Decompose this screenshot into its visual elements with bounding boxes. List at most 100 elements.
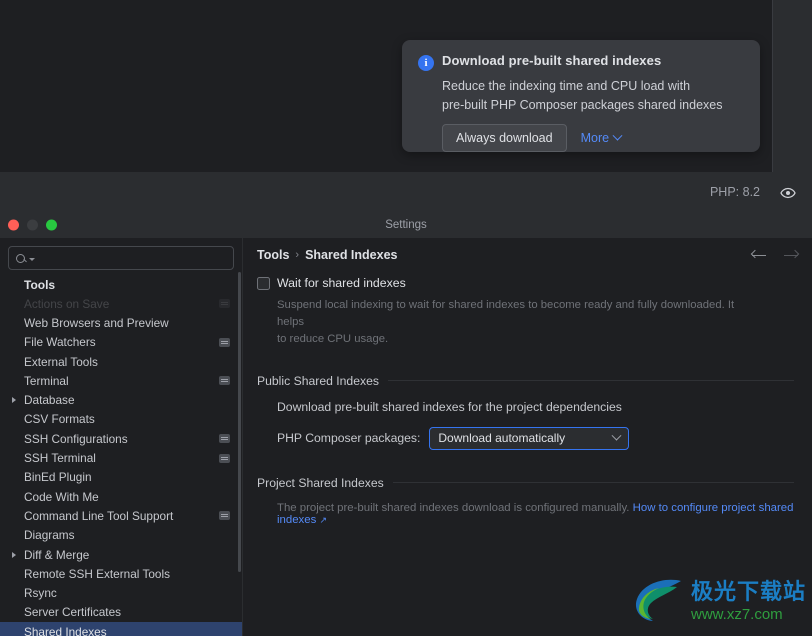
php-version-status[interactable]: PHP: 8.2 (710, 185, 760, 199)
ide-window: i Download pre-built shared indexes Redu… (0, 0, 812, 212)
sidebar-item-rsync[interactable]: Rsync (0, 583, 242, 602)
php-composer-packages-value: Download automatically (438, 431, 566, 446)
sidebar-item-bined-plugin[interactable]: BinEd Plugin (0, 468, 242, 487)
sidebar-item-diagrams[interactable]: Diagrams (0, 526, 242, 545)
sidebar-group-tools: Tools (24, 278, 56, 292)
chevron-down-icon (612, 130, 623, 141)
notification-body-line2: pre-built PHP Composer packages shared i… (442, 97, 723, 112)
sidebar-item-label: Database (24, 393, 75, 408)
settings-badge-icon (219, 453, 230, 463)
sidebar-item-web-browsers-and-preview[interactable]: Web Browsers and Preview (0, 313, 242, 332)
sidebar-item-code-with-me[interactable]: Code With Me (0, 487, 242, 506)
sidebar-item-ssh-configurations[interactable]: SSH Configurations (0, 429, 242, 448)
settings-badge-icon (219, 376, 230, 386)
sidebar-item-label: Web Browsers and Preview (24, 315, 169, 330)
always-download-button[interactable]: Always download (442, 124, 567, 152)
watermark-title: 极光下载站 (690, 579, 806, 605)
sidebar-item-label: BinEd Plugin (24, 470, 92, 485)
wait-for-shared-indexes-hint: Suspend local indexing to wait for share… (277, 297, 737, 348)
sidebar-item-external-tools[interactable]: External Tools (0, 352, 242, 371)
history-navigation (750, 249, 800, 261)
sidebar-item-label: Diff & Merge (24, 547, 90, 562)
public-section-title: Public Shared Indexes (257, 373, 379, 388)
sidebar-item-file-watchers[interactable]: File Watchers (0, 333, 242, 352)
swoosh-logo-icon (631, 575, 687, 628)
settings-badge-icon (219, 434, 230, 444)
breadcrumb-root[interactable]: Tools (257, 248, 289, 262)
sidebar-item-label: Code With Me (24, 489, 99, 504)
php-composer-packages-row: PHP Composer packages: Download automati… (277, 426, 794, 450)
sidebar-item-label: Shared Indexes (24, 624, 107, 636)
sidebar-item-label: SSH Configurations (24, 431, 128, 446)
sidebar-scrollbar[interactable] (238, 272, 241, 572)
sidebar-item-terminal[interactable]: Terminal (0, 371, 242, 390)
search-input[interactable] (39, 252, 226, 264)
chevron-right-icon[interactable] (12, 551, 16, 558)
sidebar-item-ssh-terminal[interactable]: SSH Terminal (0, 448, 242, 467)
notification-body: Reduce the indexing time and CPU load wi… (442, 77, 744, 114)
wait-for-shared-indexes-label: Wait for shared indexes (277, 276, 406, 290)
breadcrumb-current: Shared Indexes (305, 248, 398, 262)
wait-for-shared-indexes-checkbox[interactable] (257, 277, 270, 290)
editor-right-gutter (772, 0, 812, 172)
settings-sidebar: Tools Actions on Save Web Browsers and Pr… (0, 238, 243, 636)
minimize-button[interactable] (27, 219, 38, 231)
search-box[interactable] (8, 246, 234, 270)
sidebar-item-csv-formats[interactable]: CSV Formats (0, 410, 242, 429)
sidebar-item-shared-indexes[interactable]: Shared Indexes (0, 622, 242, 636)
project-section-title: Project Shared Indexes (257, 475, 384, 490)
sidebar-item-actions-on-save[interactable]: Actions on Save (0, 294, 242, 313)
php-composer-packages-dropdown[interactable]: Download automatically (429, 426, 630, 450)
settings-badge-icon (219, 511, 230, 521)
notification-body-line1: Reduce the indexing time and CPU load wi… (442, 79, 691, 93)
sidebar-item-label: Diagrams (24, 528, 75, 543)
arrow-left-icon[interactable] (750, 249, 766, 261)
info-icon: i (418, 55, 434, 71)
sidebar-item-label: Terminal (24, 373, 69, 388)
sidebar-item-label: External Tools (24, 354, 98, 369)
settings-window: Settings Tools Actions on Save Web Browse… (0, 212, 812, 636)
breadcrumb: Tools › Shared Indexes (243, 238, 812, 272)
sidebar-nav-list: Actions on Save Web Browsers and Preview F… (0, 294, 242, 636)
settings-body: Tools Actions on Save Web Browsers and Pr… (0, 238, 812, 636)
more-dropdown[interactable]: More (580, 130, 623, 145)
project-section-description-row: The project pre-built shared indexes dow… (277, 502, 794, 526)
sidebar-item-command-line-tool-support[interactable]: Command Line Tool Support (0, 506, 242, 525)
sidebar-item-label: Remote SSH External Tools (24, 566, 170, 581)
sidebar-item-label: Rsync (24, 586, 57, 601)
sidebar-item-label: SSH Terminal (24, 451, 96, 466)
sidebar-item-label: File Watchers (24, 335, 96, 350)
search-container (0, 238, 242, 270)
project-shared-indexes-section-header: Project Shared Indexes (257, 476, 794, 490)
maximize-button[interactable] (46, 219, 57, 231)
ide-status-bar: PHP: 8.2 (0, 172, 812, 212)
eye-icon[interactable] (780, 186, 796, 199)
chevron-down-icon (611, 430, 622, 441)
arrow-right-icon[interactable] (784, 249, 800, 261)
search-icon (16, 253, 25, 263)
more-label: More (580, 131, 610, 145)
search-options-caret-icon[interactable] (29, 258, 35, 261)
external-link-icon: ↗ (319, 514, 327, 525)
public-shared-indexes-section-header: Public Shared Indexes (257, 374, 794, 388)
watermark-url: www.xz7.com (690, 605, 783, 623)
public-section-description: Download pre-built shared indexes for th… (277, 399, 622, 414)
settings-titlebar: Settings (0, 212, 812, 238)
chevron-right-icon[interactable] (12, 397, 16, 404)
sidebar-item-diff-merge[interactable]: Diff & Merge (0, 545, 242, 564)
sidebar-item-database[interactable]: Database (0, 390, 242, 409)
watermark: 极光下载站 www.xz7.com (631, 575, 806, 628)
wait-for-shared-indexes-row: Wait for shared indexes (251, 276, 794, 290)
window-controls (8, 219, 57, 231)
hint-line1: Suspend local indexing to wait for share… (277, 299, 735, 328)
breadcrumb-separator: › (295, 249, 300, 261)
watermark-text: 极光下载站 www.xz7.com (690, 579, 806, 623)
section-divider (392, 482, 794, 484)
settings-content: Tools › Shared Indexes Wait for shared i… (243, 238, 812, 636)
settings-badge-icon (219, 337, 230, 347)
sidebar-item-server-certificates[interactable]: Server Certificates (0, 603, 242, 622)
sidebar-item-label: CSV Formats (24, 412, 95, 427)
sidebar-item-label: Actions on Save (24, 296, 110, 311)
sidebar-item-remote-ssh-external-tools[interactable]: Remote SSH External Tools (0, 564, 242, 583)
close-button[interactable] (8, 219, 19, 231)
